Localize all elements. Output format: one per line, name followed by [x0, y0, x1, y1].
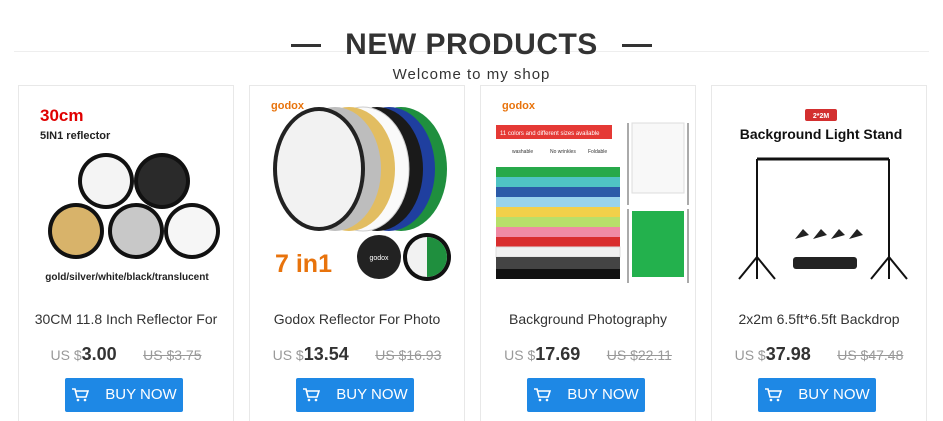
cart-icon — [72, 388, 90, 402]
image-title-text: Background Light Stand — [740, 126, 903, 142]
product-name[interactable]: 2x2m 6.5ft*6.5ft Backdrop — [718, 310, 920, 328]
buy-now-label: BUY NOW — [105, 386, 177, 404]
cart-icon — [303, 388, 321, 402]
price-row: US $13.54 US $16.93 — [250, 344, 464, 368]
original-price: US $47.48 — [837, 347, 904, 363]
image-size-text: 30cm — [40, 106, 83, 125]
image-brand-text: godox — [502, 100, 536, 112]
buy-now-button[interactable]: BUY NOW — [527, 378, 645, 412]
image-feature-2: No wrinkles — [550, 149, 576, 155]
image-brand-text: godox — [271, 100, 305, 112]
product-card[interactable]: 2*2M Background Light Stand 2x2m 6.5ft*6… — [711, 85, 927, 421]
image-colors-text: gold/silver/white/black/translucent — [45, 272, 209, 283]
product-card[interactable]: godox 11 colors and different sizes avai… — [480, 85, 696, 421]
currency-label: US $ — [272, 347, 304, 363]
heading-dash-right — [622, 43, 653, 47]
product-card[interactable]: 30cm 5IN1 reflector gold/silver/white/bl… — [18, 85, 234, 421]
section-heading: NEW PRODUCTS — [0, 28, 943, 62]
section-subtitle: Welcome to my shop — [392, 66, 551, 83]
currency-label: US $ — [504, 347, 536, 363]
buy-now-label: BUY NOW — [798, 386, 870, 404]
currency-label: US $ — [50, 347, 82, 363]
image-badge-text: 7 in1 — [275, 250, 332, 278]
section-title: NEW PRODUCTS — [345, 28, 598, 61]
price-row: US $3.00 US $3.75 — [19, 344, 233, 368]
image-badge-text: 2*2M — [813, 113, 830, 120]
price-value: 13.54 — [303, 344, 349, 364]
original-price: US $22.11 — [606, 347, 672, 363]
product-name[interactable]: 30CM 11.8 Inch Reflector For — [25, 310, 227, 328]
cart-icon — [534, 388, 552, 402]
product-image[interactable]: godox 11 colors and different sizes avai… — [482, 87, 695, 291]
price-row: US $37.98 US $47.48 — [712, 344, 926, 368]
currency-label: US $ — [734, 347, 766, 363]
image-type-text: 5IN1 reflector — [40, 130, 111, 142]
product-image[interactable]: 2*2M Background Light Stand — [713, 87, 926, 291]
current-price: US $37.98 — [735, 344, 811, 365]
image-feature-3: Foldable — [588, 149, 607, 155]
price-row: US $17.69 US $22.11 — [481, 344, 695, 368]
image-brand-small: godox — [369, 255, 389, 262]
product-image[interactable]: godox 7 in1 godox — [251, 87, 464, 291]
buy-now-button[interactable]: BUY NOW — [65, 378, 183, 412]
buy-now-label: BUY NOW — [336, 386, 408, 404]
current-price: US $3.00 — [51, 344, 117, 365]
current-price: US $17.69 — [504, 344, 580, 365]
price-value: 17.69 — [535, 344, 581, 364]
image-feature-1: washable — [512, 149, 533, 155]
price-value: 3.00 — [81, 344, 117, 364]
heading-dash-left — [290, 43, 321, 47]
original-price: US $16.93 — [375, 347, 442, 363]
price-value: 37.98 — [765, 344, 811, 364]
buy-now-button[interactable]: BUY NOW — [758, 378, 876, 412]
product-name[interactable]: Background Photography — [487, 310, 689, 328]
image-banner-text: 11 colors and different sizes available — [500, 131, 600, 137]
original-price: US $3.75 — [143, 347, 202, 363]
product-card[interactable]: godox 7 in1 godox Godox Reflector For Ph… — [249, 85, 465, 421]
product-name[interactable]: Godox Reflector For Photo — [256, 310, 458, 328]
cart-icon — [765, 388, 783, 402]
current-price: US $13.54 — [273, 344, 349, 365]
buy-now-label: BUY NOW — [567, 386, 639, 404]
product-image[interactable]: 30cm 5IN1 reflector gold/silver/white/bl… — [20, 87, 233, 291]
buy-now-button[interactable]: BUY NOW — [296, 378, 414, 412]
